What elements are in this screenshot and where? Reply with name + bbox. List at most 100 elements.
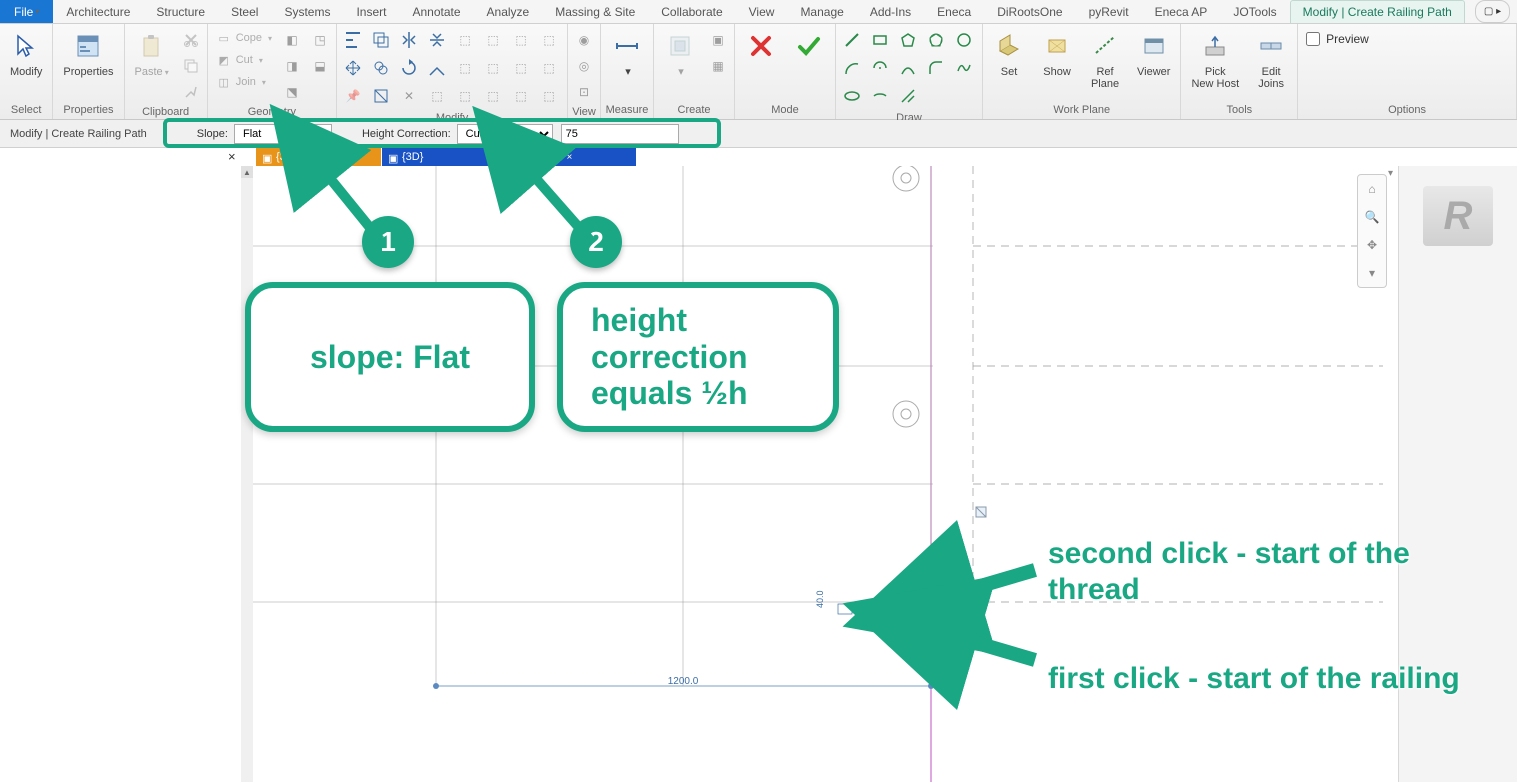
rotate-icon[interactable] [397,56,421,80]
tab-collaborate[interactable]: Collaborate [648,0,735,23]
tab-architecture[interactable]: Architecture [53,0,143,23]
split-icon[interactable]: ⬚ [453,28,477,52]
create-icon-2[interactable]: ▦ [706,54,730,78]
align-icon[interactable] [341,28,365,52]
copy-clip-icon[interactable] [179,54,203,78]
height-correction-input[interactable] [561,124,679,144]
pick-lines-icon[interactable] [896,84,920,108]
create-button[interactable]: ▾ [658,28,702,80]
arc-tangent-icon[interactable] [896,56,920,80]
scroll-up-icon[interactable]: ▲ [241,166,253,178]
mod-icon-d[interactable]: ⬚ [537,56,561,80]
copy-icon[interactable] [369,56,393,80]
vertical-scrollbar[interactable]: ▲ [241,166,253,782]
cut-geom-button[interactable]: ◩Cut ▾ [212,50,276,70]
geom-icon-5[interactable]: ⬓ [308,54,332,78]
rect-icon[interactable] [868,28,892,52]
nav-wheel[interactable]: ⌂ 🔍 ✥ ▾ [1357,174,1387,288]
expand-icon[interactable]: ▾ [1362,263,1382,283]
file-menu[interactable]: File▾ [0,0,53,23]
view-icon-3[interactable]: ⊡ [572,80,596,104]
drawing-canvas[interactable]: 1200.0 40.0 [253,166,1383,782]
tab-manage[interactable]: Manage [787,0,856,23]
mod-icon-i[interactable]: ⬚ [537,84,561,108]
view-tab-3d-active[interactable]: ▣{3D} [256,148,381,166]
refplane-button[interactable]: Ref Plane [1083,28,1127,92]
view-icon-2[interactable]: ◎ [572,54,596,78]
geom-icon-4[interactable]: ◳ [308,28,332,52]
mod-icon-g[interactable]: ⬚ [481,84,505,108]
view-tab-lvl1[interactable]: ▦LVL-1× [508,148,636,166]
measure-button[interactable]: ▾ [605,28,649,80]
tab-massing-site[interactable]: Massing & Site [542,0,648,23]
mod-icon-a[interactable]: ⬚ [453,56,477,80]
pick-new-host-button[interactable]: Pick New Host [1185,28,1245,92]
close-tab-icon[interactable]: × [567,152,573,163]
edit-joins-button[interactable]: Edit Joins [1249,28,1293,92]
tab-structure[interactable]: Structure [143,0,218,23]
circle-icon[interactable] [952,28,976,52]
trim-corner-icon[interactable] [425,56,449,80]
join-button[interactable]: ◫Join ▾ [212,72,276,92]
view-tab-3d-2[interactable]: ▣{3D} [382,148,507,166]
tab-dirootsone[interactable]: DiRootsOne [984,0,1075,23]
home-icon[interactable]: ⌂ [1362,179,1382,199]
preview-checkbox[interactable]: Preview [1302,28,1373,50]
tab-steel[interactable]: Steel [218,0,271,23]
tab-analyze[interactable]: Analyze [474,0,543,23]
cut-clip-icon[interactable] [179,28,203,52]
delete-icon[interactable]: ✕ [397,84,421,108]
modify-button[interactable]: Modify [4,28,48,80]
preview-checkbox-input[interactable] [1306,32,1320,46]
mod-icon-h[interactable]: ⬚ [509,84,533,108]
show-workplane-button[interactable]: Show [1035,28,1079,80]
help-toggle-icon[interactable]: ▢ ▸ [1475,0,1510,23]
finish-mode-button[interactable] [787,28,831,64]
tab-close-icon[interactable]: × [228,149,236,164]
tab-modify-context[interactable]: Modify | Create Railing Path [1290,0,1465,23]
create-icon-1[interactable]: ▣ [706,28,730,52]
scale-icon[interactable] [369,84,393,108]
trim-icon[interactable]: ⬚ [509,28,533,52]
cancel-mode-button[interactable] [739,28,783,64]
mod-icon-e[interactable]: ⬚ [425,84,449,108]
view-icon-1[interactable]: ◉ [572,28,596,52]
zoom-icon[interactable]: 🔍 [1362,207,1382,227]
tab-insert[interactable]: Insert [343,0,399,23]
geom-icon-3[interactable]: ⬔ [280,80,304,104]
offset-icon[interactable] [369,28,393,52]
geom-icon-1[interactable]: ◧ [280,28,304,52]
viewer-button[interactable]: Viewer [1131,28,1176,80]
tab-view[interactable]: View [736,0,788,23]
partial-ellipse-icon[interactable] [868,84,892,108]
view-mode-toggle[interactable]: ▾ [1388,168,1393,179]
mod-icon-f[interactable]: ⬚ [453,84,477,108]
tab-eneca[interactable]: Eneca [924,0,984,23]
polygon-inscribed-icon[interactable] [896,28,920,52]
set-workplane-button[interactable]: Set [987,28,1031,80]
mod-icon-b[interactable]: ⬚ [481,56,505,80]
move-icon[interactable] [341,56,365,80]
extend-icon[interactable]: ⬚ [537,28,561,52]
cope-button[interactable]: ▭Cope ▾ [212,28,276,48]
spline-icon[interactable] [952,56,976,80]
tab-addins[interactable]: Add-Ins [857,0,924,23]
pan-icon[interactable]: ✥ [1362,235,1382,255]
array-icon[interactable]: ⬚ [481,28,505,52]
tab-eneca-ap[interactable]: Eneca AP [1142,0,1221,23]
mirror-pick-icon[interactable] [425,28,449,52]
mod-icon-c[interactable]: ⬚ [509,56,533,80]
arc-start-icon[interactable] [840,56,864,80]
tab-jotools[interactable]: JOTools [1220,0,1289,23]
polygon-circum-icon[interactable] [924,28,948,52]
height-correction-select[interactable]: Custom [457,124,553,144]
pin-icon[interactable]: 📌 [341,84,365,108]
slope-select[interactable]: Flat [234,124,332,144]
arc-center-icon[interactable] [868,56,892,80]
mirror-axis-icon[interactable] [397,28,421,52]
geom-icon-2[interactable]: ◨ [280,54,304,78]
tab-annotate[interactable]: Annotate [399,0,473,23]
ellipse-icon[interactable] [840,84,864,108]
tab-systems[interactable]: Systems [271,0,343,23]
tab-pyrevit[interactable]: pyRevit [1076,0,1142,23]
